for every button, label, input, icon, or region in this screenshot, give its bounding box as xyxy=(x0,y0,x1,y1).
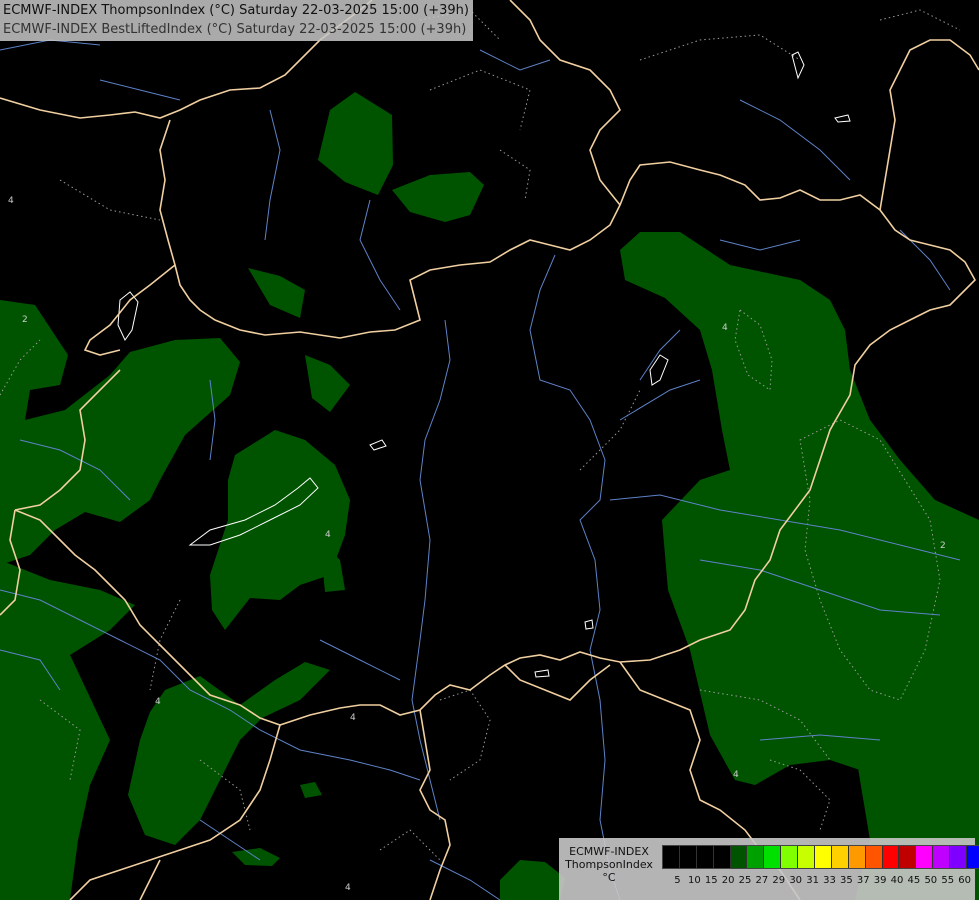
legend-tick-label: 10 xyxy=(687,875,701,886)
color-legend: ECMWF-INDEX ThompsonIndex °C 5 10 15 20 25 27… xyxy=(559,838,979,900)
legend-title-line: ThompsonIndex xyxy=(565,858,653,871)
legend-tick-label: 55 xyxy=(941,875,955,886)
map-title-lifted: ECMWF-INDEX BestLiftedIndex (°C) Saturda… xyxy=(3,22,467,37)
legend-swatch xyxy=(730,846,748,868)
weather-map: 4 4 4 4 4 4 4 2 2 xyxy=(0,0,979,900)
legend-tick-label: 33 xyxy=(823,875,836,886)
contour-label: 4 xyxy=(155,697,161,707)
contour-label: 2 xyxy=(940,541,946,551)
legend-swatch xyxy=(747,846,765,868)
legend-swatch xyxy=(781,846,799,868)
legend-swatch xyxy=(815,846,832,868)
map-title-thompson: ECMWF-INDEX ThompsonIndex (°C) Saturday … xyxy=(3,3,469,18)
legend-tick-label: 40 xyxy=(890,875,904,886)
legend-tick-label: 35 xyxy=(839,875,853,886)
legend-swatch xyxy=(899,846,917,868)
legend-tick-label: 39 xyxy=(873,875,887,886)
legend-tick-label: 15 xyxy=(704,875,718,886)
legend-swatch xyxy=(831,846,849,868)
legend-swatch xyxy=(696,846,714,868)
legend-tick-label: 27 xyxy=(755,875,769,886)
legend-tick-label: 30 xyxy=(789,875,803,886)
contour-label: 2 xyxy=(22,315,28,325)
contour-label: 4 xyxy=(345,883,351,893)
legend-swatch xyxy=(798,846,816,868)
legend-swatch xyxy=(967,846,979,868)
legend-tick-label: 37 xyxy=(856,875,870,886)
legend-tick-label: 29 xyxy=(772,875,786,886)
legend-swatch xyxy=(764,846,782,868)
contour-label: 4 xyxy=(722,323,728,333)
legend-swatch xyxy=(882,846,900,868)
legend-swatches xyxy=(662,845,979,869)
legend-tick-label: 60 xyxy=(958,875,971,886)
legend-swatch xyxy=(933,846,951,868)
legend-swatch xyxy=(713,846,731,868)
contour-label: 4 xyxy=(733,770,739,780)
legend-tick-label: 20 xyxy=(721,875,735,886)
legend-title-line: ECMWF-INDEX xyxy=(569,845,649,858)
legend-swatch xyxy=(865,846,883,868)
legend-tick-labels: 5 10 15 20 25 27 29 30 31 33 35 37 39 40 45 50 55 60 xyxy=(669,875,973,886)
contour-label: 4 xyxy=(325,530,331,540)
legend-swatch xyxy=(663,846,680,868)
contour-label: 4 xyxy=(350,713,356,723)
legend-tick-label: 50 xyxy=(924,875,938,886)
contour-label: 4 xyxy=(8,196,14,206)
legend-swatch xyxy=(916,846,934,868)
legend-title-line: °C xyxy=(602,871,616,884)
legend-swatch xyxy=(848,846,866,868)
legend-tick-label: 25 xyxy=(738,875,752,886)
legend-swatch xyxy=(950,846,968,868)
legend-swatch xyxy=(679,846,697,868)
legend-title: ECMWF-INDEX ThompsonIndex °C xyxy=(565,845,653,884)
legend-tick-label: 31 xyxy=(806,875,819,886)
legend-tick-label: 5 xyxy=(674,875,681,886)
map-title-box: ECMWF-INDEX ThompsonIndex (°C) Saturday … xyxy=(0,0,473,41)
legend-tick-label: 45 xyxy=(907,875,921,886)
